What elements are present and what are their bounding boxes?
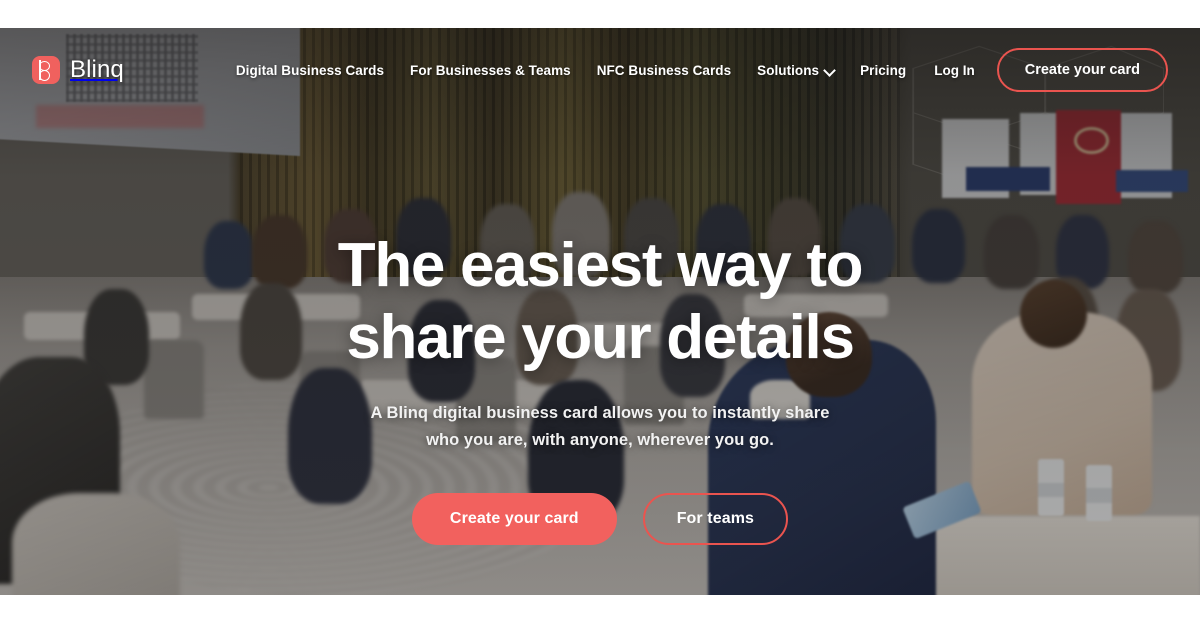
for-teams-button[interactable]: For teams (642, 493, 789, 546)
login-link[interactable]: Log In (934, 63, 975, 78)
chevron-down-icon (825, 66, 834, 75)
brand-logo-link[interactable]: Blinq (32, 56, 124, 84)
hero-subtitle: A Blinq digital business card allows you… (370, 400, 830, 453)
main-navigation: Digital Business Cards For Businesses & … (236, 63, 906, 78)
create-your-card-button[interactable]: Create your card (411, 493, 617, 546)
nav-item-nfc-business-cards[interactable]: NFC Business Cards (597, 63, 731, 78)
hero-section: Blinq Digital Business Cards For Busines… (0, 28, 1200, 595)
subtitle-line-2: who you are, with anyone, wherever you g… (426, 430, 774, 449)
page-title: The easiest way to share your details (337, 230, 864, 374)
nav-item-solutions[interactable]: Solutions (757, 63, 834, 78)
brand-name: Blinq (70, 56, 124, 83)
headline-line-1: The easiest way to (337, 231, 864, 300)
nav-item-for-businesses-teams[interactable]: For Businesses & Teams (410, 63, 571, 78)
blinq-logo-icon (32, 56, 60, 84)
headline-line-2: share your details (346, 302, 855, 372)
header-actions: Log In Create your card (934, 48, 1168, 92)
nav-item-digital-business-cards[interactable]: Digital Business Cards (236, 63, 384, 78)
site-header: Blinq Digital Business Cards For Busines… (0, 28, 1200, 112)
logo-stem (39, 60, 41, 80)
hero-cta-row: Create your card For teams (411, 493, 789, 546)
subtitle-line-1: A Blinq digital business card allows you… (370, 403, 830, 422)
header-create-card-button[interactable]: Create your card (996, 48, 1168, 92)
hero-content: The easiest way to share your details A … (0, 28, 1200, 595)
nav-item-solutions-label: Solutions (757, 62, 820, 78)
nav-item-pricing[interactable]: Pricing (860, 63, 906, 78)
